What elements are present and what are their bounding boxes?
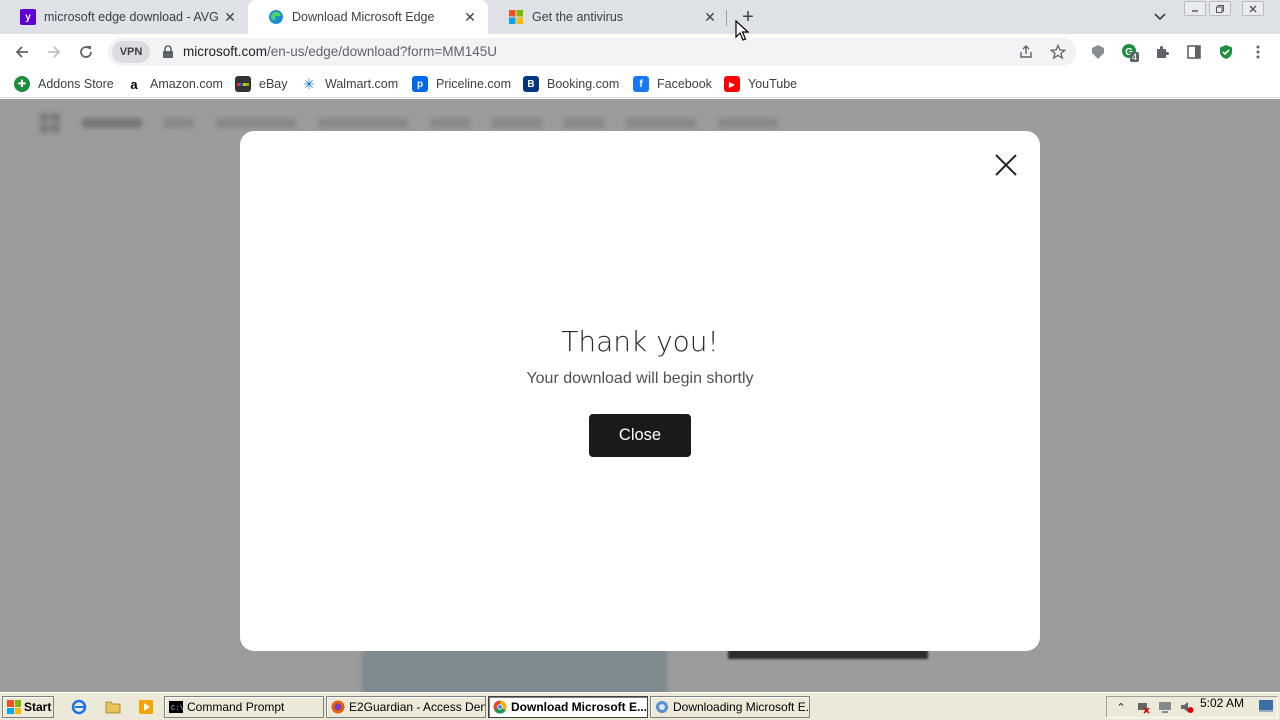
taskbar-item-edge-installer[interactable]: Downloading Microsoft E...: [650, 696, 810, 718]
addons-store-icon: ✚: [14, 76, 30, 92]
bookmark-label: Walmart.com: [325, 77, 399, 91]
show-desktop-icon[interactable]: [1258, 699, 1274, 715]
bookmark-amazon[interactable]: a Amazon.com: [126, 74, 223, 94]
bookmark-label: YouTube: [748, 77, 798, 91]
tray-volume-muted-icon[interactable]: [1179, 699, 1195, 715]
restore-icon[interactable]: [1209, 1, 1231, 16]
dialog-heading: Thank you!: [561, 325, 719, 358]
booking-icon: B: [523, 76, 539, 92]
amazon-icon: a: [130, 76, 138, 92]
installer-icon: [655, 700, 669, 714]
bookmark-ebay[interactable]: eBay: [235, 74, 288, 94]
tab-title: Get the antivirus: [532, 10, 624, 24]
bookmark-facebook[interactable]: f Facebook: [633, 74, 712, 94]
tab-search-icon[interactable]: [1150, 8, 1170, 26]
tray-expand-icon[interactable]: ⌃: [1113, 699, 1129, 715]
folder-icon[interactable]: [104, 698, 122, 716]
security-shield-icon[interactable]: [1214, 40, 1238, 64]
blurred-logo: [40, 113, 60, 133]
bookmarks-bar: ✚ Addons Store a Amazon.com eBay ✳ Walma…: [0, 70, 1280, 98]
close-tab-icon[interactable]: ✕: [462, 9, 478, 25]
tab-separator: [726, 10, 727, 26]
bookmark-label: Priceline.com: [436, 77, 512, 91]
extensions-puzzle-icon[interactable]: [1150, 40, 1174, 64]
address-bar[interactable]: VPN microsoft.com/en-us/edge/download?fo…: [108, 38, 1076, 66]
ebay-icon: [235, 76, 251, 92]
close-tab-icon[interactable]: ✕: [222, 9, 238, 25]
back-icon[interactable]: [10, 40, 34, 64]
tab-avg-search[interactable]: y microsoft edge download - AVG ✕: [0, 0, 248, 34]
task-label: Command Prompt: [187, 700, 285, 714]
taskbar-item-command-prompt[interactable]: C:\ Command Prompt: [164, 696, 324, 718]
extension-count-badge: 4: [1130, 52, 1140, 62]
extension-badge-icon[interactable]: G 4: [1118, 40, 1142, 64]
tray-network-icon[interactable]: [1135, 699, 1151, 715]
system-tray: ⌃: [1106, 696, 1278, 718]
forward-icon[interactable]: [42, 40, 66, 64]
tab-title: Download Microsoft Edge: [292, 10, 435, 24]
close-tab-icon[interactable]: ✕: [702, 9, 718, 25]
url-path: /en-us/edge/download?form=MM145U: [267, 44, 498, 59]
facebook-icon: f: [633, 76, 649, 92]
tab-get-antivirus[interactable]: Get the antivirus ✕: [488, 0, 728, 34]
taskbar-item-chrome[interactable]: Download Microsoft E...: [488, 696, 648, 718]
bookmark-addons-store[interactable]: ✚ Addons Store: [14, 74, 114, 94]
bookmark-walmart[interactable]: ✳ Walmart.com: [301, 74, 398, 94]
dialog-close-icon[interactable]: [992, 151, 1020, 179]
share-icon[interactable]: [1016, 42, 1036, 62]
bookmark-youtube[interactable]: ▶ YouTube: [724, 74, 797, 94]
task-label: Download Microsoft E...: [511, 700, 648, 714]
mouse-cursor-icon: [735, 20, 749, 41]
bookmark-star-icon[interactable]: [1048, 42, 1068, 62]
yahoo-icon: y: [20, 9, 36, 25]
page-overlay[interactable]: Thank you! Your download will begin shor…: [0, 99, 1280, 692]
reload-icon[interactable]: [74, 40, 98, 64]
windows-taskbar: Start C:\ Command Prompt E2Guardian - Ac…: [0, 692, 1280, 720]
youtube-icon: ▶: [724, 76, 740, 92]
start-button[interactable]: Start: [2, 696, 54, 718]
cmd-icon: C:\: [169, 700, 183, 714]
start-label: Start: [24, 700, 52, 714]
dialog-message: Your download will begin shortly: [526, 370, 754, 387]
edge-icon: [268, 9, 284, 25]
lock-icon[interactable]: [162, 45, 174, 59]
bookmark-label: Addons Store: [38, 77, 114, 91]
blurred-device-image: [362, 647, 667, 692]
internet-explorer-icon[interactable]: [70, 698, 88, 716]
bookmark-label: Booking.com: [547, 77, 620, 91]
bookmark-booking[interactable]: B Booking.com: [523, 74, 619, 94]
task-label: E2Guardian - Access Den...: [349, 700, 486, 714]
browser-toolbar: VPN microsoft.com/en-us/edge/download?fo…: [0, 34, 1280, 70]
close-window-icon[interactable]: [1242, 1, 1264, 16]
url-text[interactable]: microsoft.com/en-us/edge/download?form=M…: [183, 44, 497, 59]
vpn-badge[interactable]: VPN: [112, 41, 150, 63]
bookmark-label: Amazon.com: [150, 77, 223, 91]
url-host: microsoft.com: [183, 44, 268, 59]
media-player-icon[interactable]: [137, 698, 155, 716]
side-panel-icon[interactable]: [1182, 40, 1206, 64]
taskbar-item-e2guardian[interactable]: E2Guardian - Access Den...: [326, 696, 486, 718]
browser-menu-icon[interactable]: [1246, 40, 1270, 64]
walmart-icon: ✳: [303, 75, 315, 92]
chrome-icon: [493, 700, 507, 714]
close-button[interactable]: Close: [589, 414, 691, 457]
extension-shield-icon[interactable]: [1086, 40, 1110, 64]
priceline-icon: p: [412, 76, 428, 92]
bookmark-label: eBay: [259, 77, 288, 91]
tab-download-edge[interactable]: Download Microsoft Edge ✕: [248, 0, 488, 34]
windows-flag-icon: [7, 700, 21, 714]
bookmark-label: Facebook: [657, 77, 712, 91]
tray-monitor-icon[interactable]: [1157, 699, 1173, 715]
download-thank-you-dialog: Thank you! Your download will begin shor…: [240, 131, 1040, 651]
taskbar-clock: 5:02 AM: [1199, 696, 1244, 710]
minimize-icon[interactable]: [1184, 1, 1206, 16]
bookmark-priceline[interactable]: p Priceline.com: [412, 74, 511, 94]
microsoft-icon: [508, 9, 524, 25]
firefox-icon: [331, 700, 345, 714]
task-label: Downloading Microsoft E...: [673, 700, 810, 714]
tab-strip: y microsoft edge download - AVG ✕ Downlo…: [0, 0, 1280, 34]
tab-title: microsoft edge download - AVG: [44, 10, 219, 24]
svg-text:C:\: C:\: [171, 705, 183, 713]
